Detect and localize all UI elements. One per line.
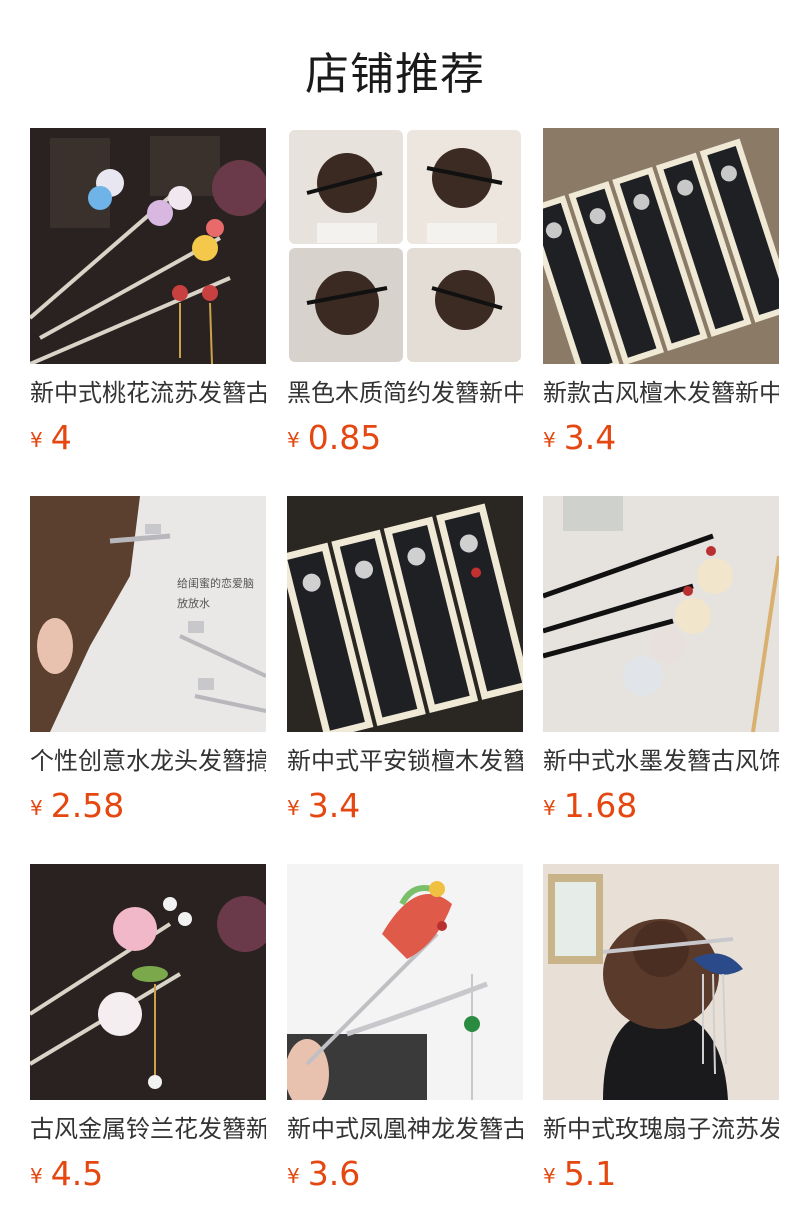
product-name[interactable]: 新中式玫瑰扇子流苏发簪 bbox=[543, 1112, 779, 1146]
price-value: 4.5 bbox=[50, 1154, 104, 1193]
product-name[interactable]: 新款古风檀木发簪新中式 bbox=[543, 376, 779, 410]
product-price: ¥4 bbox=[30, 418, 72, 458]
product-card[interactable]: 新中式平安锁檀木发簪古 ¥3.4 bbox=[287, 496, 523, 836]
currency-symbol: ¥ bbox=[543, 796, 556, 820]
image-caption-line: 放放水 bbox=[177, 597, 210, 610]
lily-of-valley-hairpin-icon[interactable] bbox=[30, 864, 266, 1100]
currency-symbol: ¥ bbox=[30, 796, 43, 820]
product-card[interactable]: 新款古风檀木发簪新中式 ¥3.4 bbox=[543, 128, 779, 468]
sandalwood-hairpins-box-icon[interactable] bbox=[543, 128, 779, 364]
price-value: 0.85 bbox=[307, 418, 382, 457]
phoenix-dragon-hairpin-icon[interactable] bbox=[287, 864, 523, 1100]
price-value: 1.68 bbox=[563, 786, 638, 825]
price-value: 2.58 bbox=[50, 786, 125, 825]
product-name[interactable]: 新中式平安锁檀木发簪古 bbox=[287, 744, 523, 778]
hair-bun-black-stick-icon[interactable] bbox=[287, 128, 523, 364]
page-header: 店铺推荐 bbox=[0, 0, 790, 128]
rose-fan-tassel-hairpin-icon[interactable] bbox=[543, 864, 779, 1100]
hairpin-flower-tassel-icon[interactable] bbox=[30, 128, 266, 364]
page-title: 店铺推荐 bbox=[305, 49, 485, 100]
currency-symbol: ¥ bbox=[543, 428, 556, 452]
product-card[interactable]: 新中式桃花流苏发簪古风 ¥4 bbox=[30, 128, 266, 468]
price-value: 3.6 bbox=[307, 1154, 361, 1193]
price-value: 5.1 bbox=[563, 1154, 617, 1193]
product-name[interactable]: 古风金属铃兰花发簪新款 bbox=[30, 1112, 266, 1146]
currency-symbol: ¥ bbox=[543, 1164, 556, 1188]
product-name[interactable]: 黑色木质简约发簪新中式 bbox=[287, 376, 523, 410]
product-card[interactable]: 黑色木质简约发簪新中式 ¥0.85 bbox=[287, 128, 523, 468]
product-name[interactable]: 新中式水墨发簪古风饰品 bbox=[543, 744, 779, 778]
currency-symbol: ¥ bbox=[30, 428, 43, 452]
product-name[interactable]: 新中式桃花流苏发簪古风 bbox=[30, 376, 266, 410]
image-caption-line: 给闺蜜的恋爱脑 bbox=[177, 577, 254, 590]
sandalwood-hairpins-box-icon[interactable] bbox=[287, 496, 523, 732]
product-price: ¥3.4 bbox=[287, 786, 360, 826]
product-card[interactable]: 新中式凤凰神龙发簪古风 ¥3.6 bbox=[287, 864, 523, 1204]
product-price: ¥3.6 bbox=[287, 1154, 360, 1194]
product-card[interactable]: 新中式水墨发簪古风饰品 ¥1.68 bbox=[543, 496, 779, 836]
currency-symbol: ¥ bbox=[30, 1164, 43, 1188]
currency-symbol: ¥ bbox=[287, 1164, 300, 1188]
price-value: 3.4 bbox=[563, 418, 617, 457]
product-price: ¥1.68 bbox=[543, 786, 637, 826]
product-card[interactable]: 古风金属铃兰花发簪新款 ¥4.5 bbox=[30, 864, 266, 1204]
product-price: ¥0.85 bbox=[287, 418, 381, 458]
ink-painting-hairpins-icon[interactable] bbox=[543, 496, 779, 732]
price-value: 4 bbox=[50, 418, 72, 457]
product-card[interactable]: 给闺蜜的恋爱脑 放放水 个性创意水龙头发簪搞怪 ¥2.58 bbox=[30, 496, 266, 836]
currency-symbol: ¥ bbox=[287, 428, 300, 452]
product-price: ¥4.5 bbox=[30, 1154, 103, 1194]
currency-symbol: ¥ bbox=[287, 796, 300, 820]
product-price: ¥3.4 bbox=[543, 418, 616, 458]
product-name[interactable]: 个性创意水龙头发簪搞怪 bbox=[30, 744, 266, 778]
price-value: 3.4 bbox=[307, 786, 361, 825]
product-card[interactable]: 新中式玫瑰扇子流苏发簪 ¥5.1 bbox=[543, 864, 779, 1204]
product-name[interactable]: 新中式凤凰神龙发簪古风 bbox=[287, 1112, 523, 1146]
faucet-hairpin-icon[interactable]: 给闺蜜的恋爱脑 放放水 bbox=[30, 496, 266, 732]
product-price: ¥5.1 bbox=[543, 1154, 616, 1194]
product-price: ¥2.58 bbox=[30, 786, 124, 826]
